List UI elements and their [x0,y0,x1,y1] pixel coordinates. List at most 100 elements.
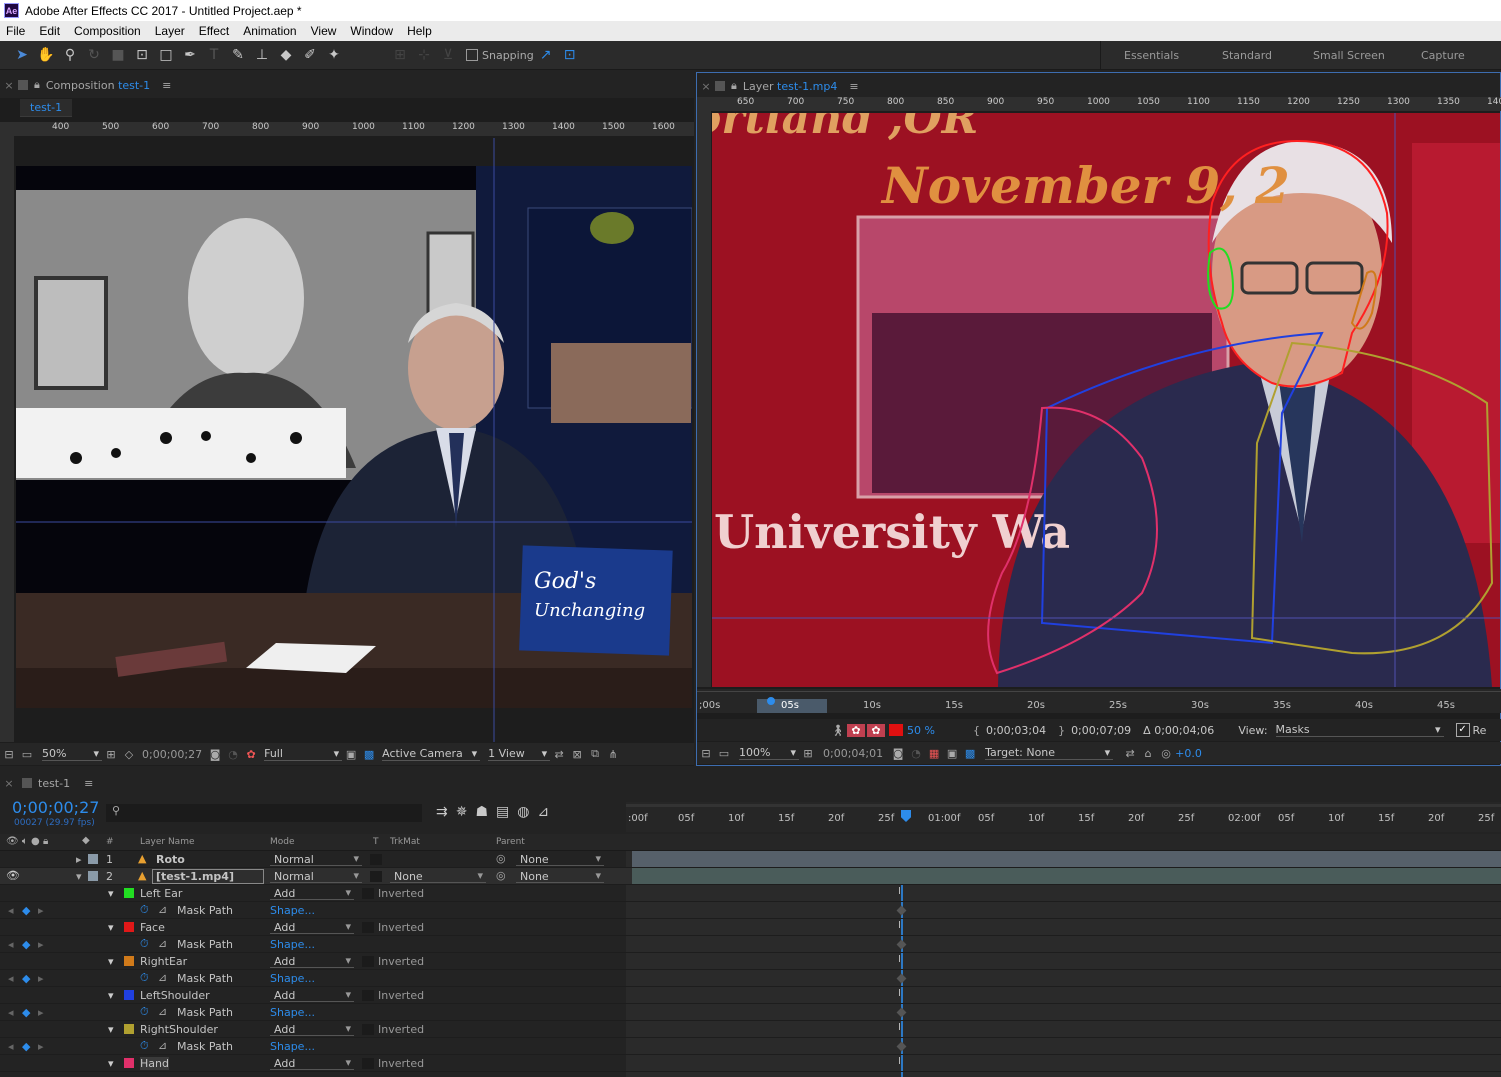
mask-name[interactable]: RightShoulder [140,1023,218,1036]
view-axis-icon[interactable]: ⊻ [436,44,460,66]
snapshot-camera-icon[interactable]: ◙ [206,748,224,761]
flowchart-icon[interactable]: ⋔ [604,748,622,761]
magnification-dropdown[interactable]: 50% ▾ [42,747,102,761]
camera-view-dropdown[interactable]: Active Camera ▾ [382,747,481,761]
label-color-swatch[interactable] [88,871,98,881]
mask-path-value[interactable]: Shape... [270,1040,315,1053]
pen-tool-icon[interactable]: ✒ [178,44,202,66]
mask-color-swatch[interactable] [124,922,134,932]
inverted-checkbox[interactable] [362,1024,374,1035]
panel-menu-icon[interactable]: ≡ [849,80,858,93]
keyframe-diamond[interactable] [896,1007,907,1018]
next-keyframe-icon[interactable]: ▸ [38,1040,44,1053]
menu-file[interactable]: File [0,24,33,38]
add-keyframe-icon[interactable]: ◆ [22,1006,30,1019]
panel-lock-icon[interactable] [715,81,725,91]
grid-guide-icon[interactable]: ⊞ [102,748,120,761]
workspace-essentials[interactable]: Essentials [1124,49,1179,62]
selection-tool-icon[interactable]: ➤ [10,44,34,66]
mask-color-swatch[interactable] [124,1058,134,1068]
always-preview-icon[interactable]: ⊟ [697,747,715,760]
comp-tab-test-1[interactable]: test-1 [20,99,73,117]
draft-3d-icon[interactable]: ✵ [456,804,468,820]
overlay-opacity-value[interactable]: 50 % [907,724,935,737]
menu-composition[interactable]: Composition [68,24,149,38]
layer-name[interactable]: Roto [156,853,185,866]
exposure-icon[interactable]: ◎ [1157,747,1175,760]
menu-edit[interactable]: Edit [33,24,68,38]
mask-row[interactable]: ▾ RightShoulder Add Inverted I [0,1021,1501,1038]
timeline-current-time[interactable]: 0;00;00;27 [12,798,99,817]
camera-tool-icon[interactable]: ■ [106,44,130,66]
close-panel-icon[interactable]: × [697,80,715,93]
keyframe-marker-icon[interactable]: I [898,1022,901,1033]
mask-color-swatch[interactable] [124,956,134,966]
keyframe-marker-icon[interactable]: I [898,920,901,931]
keyframe-marker-icon[interactable]: I [898,886,901,897]
monitor-icon[interactable]: ▭ [18,748,36,761]
graph-icon[interactable]: ⊿ [158,937,167,950]
comp-title-name[interactable]: test-1 [118,79,150,92]
clone-stamp-tool-icon[interactable]: ⊥ [250,44,274,66]
preserve-transparency-box[interactable] [370,854,382,865]
layer-duration-bar[interactable] [632,851,1501,867]
pan-behind-tool-icon[interactable]: ⊡ [130,44,154,66]
composition-viewer[interactable]: God's Unchanging [16,138,692,742]
mask-row[interactable]: ▾ Left Ear Add Inverted I [0,885,1501,902]
layer-magnification-dropdown[interactable]: 100% ▾ [739,746,799,760]
mask-mode-dropdown[interactable]: Add [270,1022,354,1036]
grid-guide-icon[interactable]: ⊞ [799,747,817,760]
graph-icon[interactable]: ⊿ [158,1005,167,1018]
keyframe-marker-icon[interactable]: I [898,988,901,999]
add-keyframe-icon[interactable]: ◆ [22,972,30,985]
brush-tool-icon[interactable]: ✎ [226,44,250,66]
timeline-tab[interactable]: test-1 [38,777,70,790]
timeline-panel-icon[interactable]: ⧉ [586,747,604,761]
mask-name[interactable]: Hand [140,1057,169,1070]
eye-icon[interactable]: 👁︎ [6,869,20,882]
add-keyframe-icon[interactable]: ◆ [22,938,30,951]
roto-brush-tool-icon[interactable]: ✐ [298,44,322,66]
label-color-swatch[interactable] [88,854,98,864]
comp-mini-flowchart-icon[interactable]: ⇉ [436,804,448,820]
inverted-checkbox[interactable] [362,922,374,933]
comp-current-time[interactable]: 0;00;00;27 [142,748,202,761]
stopwatch-icon[interactable]: ⏱︎ [140,937,149,951]
menu-effect[interactable]: Effect [193,24,237,38]
layer-time-ruler[interactable]: ;00s 05s 10s 15s 20s 25s 30s 35s 40s 45s [697,689,1501,713]
timeline-search-input[interactable]: ⚲ [106,804,422,822]
inverted-checkbox[interactable] [362,888,374,899]
collapse-arrow-icon[interactable]: ▾ [108,955,114,968]
view-dropdown[interactable]: Masks ▾ [1275,723,1444,737]
mask-name[interactable]: RightEar [140,955,187,968]
out-point-value[interactable]: 0;00;07;09 [1071,724,1131,737]
mask-path-value[interactable]: Shape... [270,938,315,951]
shy-icon[interactable]: ☗ [475,804,488,820]
mask-row[interactable]: ▾ RightEar Add Inverted I [0,953,1501,970]
target-dropdown[interactable]: Target: None ▾ [985,746,1114,760]
rotate-tool-icon[interactable]: ↻ [82,44,106,66]
exposure-value[interactable]: +0.0 [1175,747,1202,760]
mask-mode-dropdown[interactable]: Add [270,954,354,968]
channel-rgb-icon[interactable]: ▦ [925,747,943,760]
mask-path-row[interactable]: ◂ ◆ ▸ ⏱︎ ⊿ Mask Path Shape... [0,902,1501,919]
inverted-checkbox[interactable] [362,1058,374,1069]
mask-row[interactable]: ▾ LeftShoulder Add Inverted I [0,987,1501,1004]
collapse-arrow-icon[interactable]: ▾ [76,870,82,883]
workspace-standard[interactable]: Standard [1222,49,1272,62]
panel-menu-icon[interactable]: ≡ [162,79,171,92]
in-point-value[interactable]: 0;00;03;04 [986,724,1046,737]
mask-path-row[interactable]: ◂ ◆ ▸ ⏱︎ ⊿ Mask Path Shape... [0,936,1501,953]
prev-keyframe-icon[interactable]: ◂ [8,1040,14,1053]
stopwatch-icon[interactable]: ⏱︎ [140,971,149,985]
inverted-checkbox[interactable] [362,990,374,1001]
timeline-ruler[interactable]: :00f 05f 10f 15f 20f 25f 01:00f 05f 10f 15f 20f 25f… [626,802,1501,832]
monitor-icon[interactable]: ▭ [715,747,733,760]
mask-row[interactable]: ▾ Face Add Inverted I [0,919,1501,936]
next-keyframe-icon[interactable]: ▸ [38,938,44,951]
layer-row-test-1[interactable]: 👁︎ ▾ 2 ▲ [test-1.mp4] Normal None ◎ None [0,868,1501,885]
puppet-pin-tool-icon[interactable]: ✦ [322,44,346,66]
snapshot-camera-icon[interactable]: ◙ [889,747,907,760]
keyframe-diamond[interactable] [896,939,907,950]
reset-exposure-icon[interactable]: ⌂ [1139,747,1157,760]
